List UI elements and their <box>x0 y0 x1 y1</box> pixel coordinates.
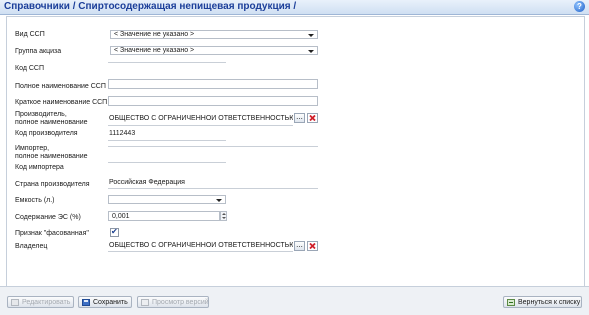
producer-clear-button[interactable] <box>307 113 318 123</box>
producer-code-label: Код производителя <box>15 130 78 137</box>
arrow-up-icon <box>222 213 226 215</box>
importer-code-field <box>108 162 226 163</box>
producer-label-line1: Производитель, <box>15 111 67 118</box>
importer-label-line1: Импортер, <box>15 145 50 152</box>
vid-ssp-select[interactable]: < Значение не указано > <box>110 30 318 39</box>
es-content-stepper[interactable] <box>220 211 227 221</box>
chevron-down-icon <box>308 50 314 53</box>
edit-button[interactable]: Редактировать <box>7 296 74 308</box>
importer-label-line2: полное наименование <box>15 153 88 160</box>
country-label: Страна производителя <box>15 181 90 188</box>
close-icon <box>309 243 316 249</box>
importer-code-label: Код импортера <box>15 164 64 171</box>
short-name-label: Краткое наименование ССП <box>15 99 108 106</box>
packaged-checkbox[interactable]: ✔ <box>110 227 119 237</box>
producer-label-line2: полное наименование <box>15 119 88 126</box>
checkmark-icon: ✔ <box>111 227 118 236</box>
country-underline <box>108 188 318 189</box>
es-content-label: Содержание ЭС (%) <box>15 214 81 221</box>
packaged-label: Признак "фасованная" <box>15 230 89 237</box>
capacity-select[interactable] <box>108 195 226 204</box>
kod-ssp-label: Код ССП <box>15 65 44 72</box>
close-icon <box>309 115 316 121</box>
back-to-list-label: Вернуться к списку <box>518 299 581 306</box>
save-icon <box>82 299 90 306</box>
view-versions-button[interactable]: Просмотр версий <box>137 296 209 308</box>
vid-ssp-value: < Значение не указано > <box>114 31 195 38</box>
importer-field <box>108 146 318 147</box>
gruppa-akciza-label: Группа акциза <box>15 48 62 55</box>
capacity-label: Емкость (л.) <box>15 197 55 204</box>
save-button-label: Сохранить <box>93 299 128 306</box>
producer-underline <box>108 125 293 126</box>
list-icon <box>507 299 515 306</box>
edit-button-label: Редактировать <box>22 299 71 306</box>
country-value: Российская Федерация <box>109 179 185 186</box>
versions-icon <box>141 299 149 306</box>
chevron-down-icon <box>216 199 222 202</box>
full-name-input[interactable] <box>108 79 318 89</box>
vid-ssp-label: Вид ССП <box>15 31 45 38</box>
gruppa-akciza-value: < Значение не указано > <box>114 47 195 54</box>
view-versions-label: Просмотр версий <box>152 299 209 306</box>
owner-label: Владелец <box>15 243 48 250</box>
arrow-down-icon <box>222 217 226 219</box>
kod-ssp-field <box>108 62 226 63</box>
short-name-input[interactable] <box>108 96 318 106</box>
owner-value: ОБЩЕСТВО С ОГРАНИЧЕННОЙ ОТВЕТСТВЕННОСТЬЮ… <box>109 242 293 249</box>
es-content-value: 0,001 <box>112 213 130 220</box>
back-to-list-button[interactable]: Вернуться к списку <box>503 296 582 308</box>
edit-icon <box>11 299 19 306</box>
form-panel: Вид ССП < Значение не указано > Группа а… <box>6 16 585 287</box>
title-bar: Справочники / Спиртосодержащая непищевая… <box>0 0 589 15</box>
save-button[interactable]: Сохранить <box>78 296 132 308</box>
full-name-label: Полное наименование ССП <box>15 83 106 90</box>
producer-value: ОБЩЕСТВО С ОГРАНИЧЕННОЙ ОТВЕТСТВЕННОСТЬЮ… <box>109 115 293 122</box>
producer-select-button[interactable]: ... <box>294 113 305 123</box>
chevron-down-icon <box>308 34 314 37</box>
page-title: Справочники / Спиртосодержащая непищевая… <box>4 1 297 12</box>
es-content-input[interactable]: 0,001 <box>108 211 220 221</box>
producer-code-value: 1112443 <box>109 130 136 137</box>
footer-toolbar: Редактировать Сохранить Просмотр версий … <box>0 286 589 315</box>
gruppa-akciza-select[interactable]: < Значение не указано > <box>110 46 318 55</box>
owner-clear-button[interactable] <box>307 241 318 251</box>
owner-select-button[interactable]: ... <box>294 241 305 251</box>
owner-underline <box>108 251 293 252</box>
help-icon[interactable]: ? <box>574 1 585 12</box>
producer-code-underline <box>108 140 226 141</box>
